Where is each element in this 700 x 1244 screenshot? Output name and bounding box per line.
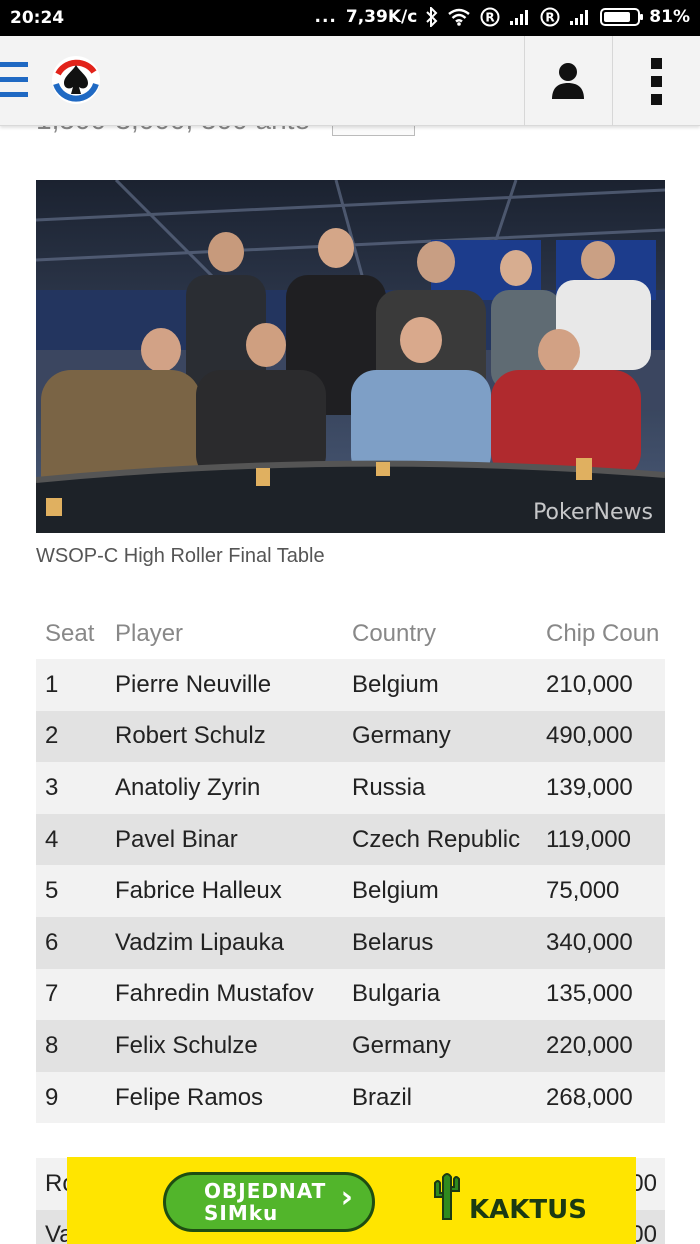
column-header: Player (115, 620, 184, 647)
table-row: 5 Fabrice Halleux Belgium 75,000 (36, 865, 665, 917)
table-row: 9 Felipe Ramos Brazil 268,000 (36, 1071, 665, 1124)
roaming-icon: R (480, 7, 500, 27)
player-cell: Felix Schulze (106, 1020, 343, 1072)
seat-cell: 7 (36, 968, 106, 1021)
country-cell: Belgium (343, 659, 537, 711)
chips-cell: 490,000 (537, 710, 665, 763)
photo-watermark: PokerNews (533, 500, 653, 525)
app-header (0, 36, 700, 126)
seat-cell: 2 (36, 710, 106, 763)
signal-icon-2 (569, 8, 591, 26)
country-cell: Russia (343, 762, 537, 814)
notification-dots: ... (314, 7, 337, 27)
signal-icon (509, 8, 531, 26)
seat-cell: 6 (36, 916, 106, 969)
column-header: Seat (45, 620, 95, 647)
country-cell: Czech Republic (343, 813, 537, 866)
player-cell: Fabrice Halleux (106, 865, 343, 917)
chips-cell: 75,000 (537, 865, 665, 917)
wifi-icon (447, 8, 471, 26)
country-cell: Germany (343, 710, 537, 763)
country-cell: Brazil (343, 1071, 537, 1124)
chip-count-table: Seat Player Country Chip Coun 1 Pierre Ne… (36, 609, 665, 1124)
table-row: 4 Pavel Binar Czech Republic 119,000 (36, 813, 665, 866)
user-icon[interactable] (524, 36, 612, 126)
chips-cell: 210,000 (537, 659, 665, 711)
seat-cell: 3 (36, 762, 106, 814)
chips-cell: 119,000 (537, 813, 665, 866)
status-time: 20:24 (10, 8, 65, 28)
chips-cell: 139,000 (537, 762, 665, 814)
seat-cell: 4 (36, 813, 106, 866)
roaming-letter: R (486, 11, 495, 25)
chips-cell: 220,000 (537, 1020, 665, 1072)
player-cell: Vadzim Lipauka (106, 916, 343, 969)
table-row: 8 Felix Schulze Germany 220,000 (36, 1020, 665, 1072)
player-cell: Felipe Ramos (106, 1071, 343, 1124)
player-cell: Anatoliy Zyrin (106, 762, 343, 814)
country-cell: Belarus (343, 916, 537, 969)
seat-cell: 8 (36, 1020, 106, 1072)
player-cell: Robert Schulz (106, 710, 343, 763)
final-table-photo: PokerNews (36, 180, 665, 533)
player-cell: Pavel Binar (106, 813, 343, 866)
ad-banner[interactable]: OBJEDNAT SIMku › KAKTUS (67, 1157, 636, 1244)
table-row: 2 Robert Schulz Germany 490,000 (36, 710, 665, 763)
hamburger-icon[interactable] (0, 62, 30, 100)
status-bar: 20:24 ... 7,39K/c R R 81% (0, 0, 700, 36)
network-speed: 7,39K/c (345, 7, 418, 27)
ad-brand: KAKTUS (427, 1171, 587, 1226)
table-row: 1 Pierre Neuville Belgium 210,000 (36, 659, 665, 711)
country-cell: Bulgaria (343, 968, 537, 1021)
player-cell: Pierre Neuville (106, 659, 343, 711)
bluetooth-icon (426, 7, 438, 27)
battery-level (604, 12, 631, 22)
chips-cell: 135,000 (537, 968, 665, 1021)
chips-cell: 268,000 (537, 1071, 665, 1124)
order-sim-button[interactable]: OBJEDNAT SIMku › (163, 1172, 375, 1232)
battery-icon (600, 8, 644, 26)
roaming-letter-2: R (546, 11, 555, 25)
spade-logo-icon[interactable] (50, 54, 102, 106)
cactus-icon (427, 1171, 467, 1226)
column-header: Country (352, 620, 437, 647)
country-cell: Belgium (343, 865, 537, 917)
photo-caption: WSOP-C High Roller Final Table (36, 545, 325, 567)
table-row: 3 Anatoliy Zyrin Russia 139,000 (36, 762, 665, 814)
chevron-right-icon: › (340, 1180, 354, 1215)
table-row: 7 Fahredin Mustafov Bulgaria 135,000 (36, 968, 665, 1021)
country-cell: Germany (343, 1020, 537, 1072)
table-row: 6 Vadzim Lipauka Belarus 340,000 (36, 916, 665, 969)
ad-brand-name: KAKTUS (469, 1194, 587, 1225)
column-header: Chip Coun (546, 620, 660, 647)
table-header-row: Seat Player Country Chip Coun (36, 609, 665, 659)
more-vertical-icon[interactable] (612, 36, 700, 126)
chips-cell: 340,000 (537, 916, 665, 969)
player-cell: Fahredin Mustafov (106, 968, 343, 1021)
roaming-icon-2: R (540, 7, 560, 27)
seat-cell: 9 (36, 1071, 106, 1124)
seat-cell: 1 (36, 659, 106, 711)
seat-cell: 5 (36, 865, 106, 917)
battery-percent: 81% (649, 7, 690, 27)
